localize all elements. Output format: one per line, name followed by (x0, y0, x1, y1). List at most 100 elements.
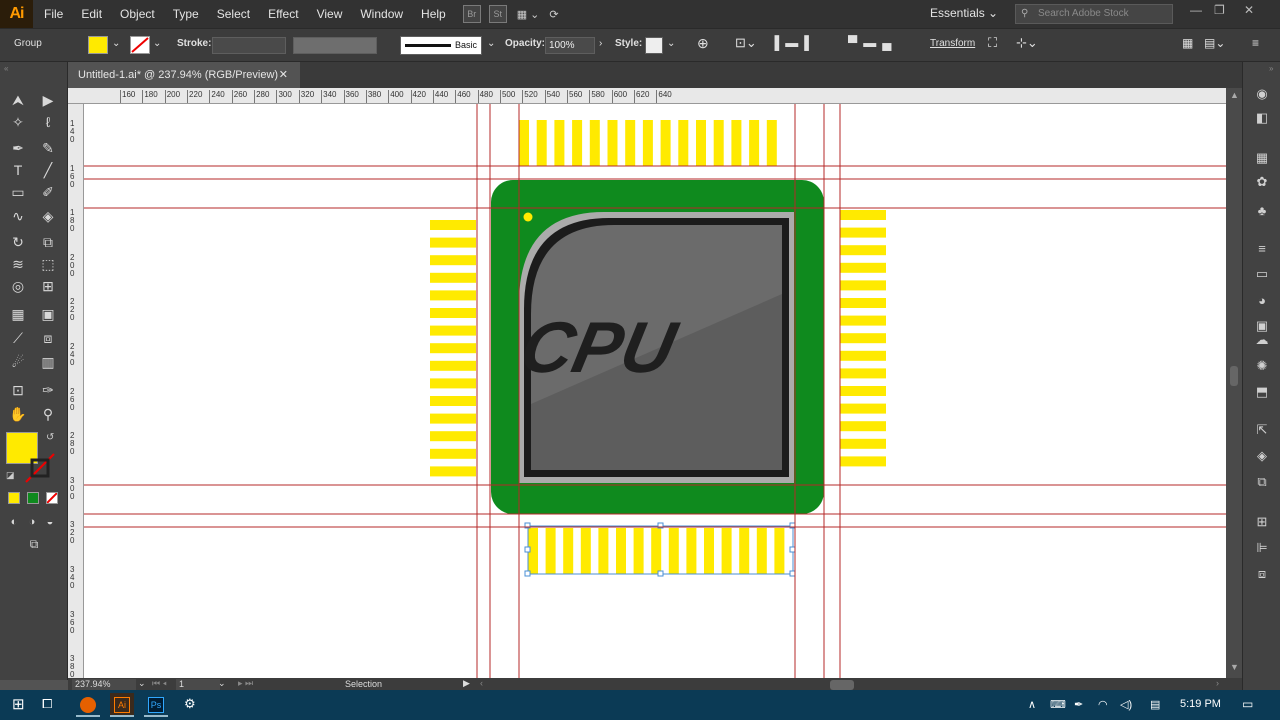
pin[interactable] (840, 245, 886, 256)
color-mode-icon[interactable] (8, 492, 20, 504)
pin[interactable] (430, 343, 476, 354)
pin[interactable] (545, 528, 556, 574)
pin[interactable] (589, 120, 600, 166)
vertical-scrollbar[interactable]: ▲ ▼ (1226, 88, 1242, 678)
scale-tool-icon[interactable]: ⧉ (38, 232, 58, 252)
graphic-style-swatch[interactable] (645, 37, 663, 54)
line-tool-icon[interactable]: ╱ (38, 160, 58, 180)
collapse-icon[interactable]: « (4, 64, 8, 73)
pin[interactable] (766, 120, 777, 166)
recolor-artwork-icon[interactable]: ⊕ (697, 35, 709, 52)
screen-mode-icon[interactable]: ⧉ (24, 534, 44, 554)
eyedropper-tool-icon[interactable]: ⟋ (8, 328, 28, 348)
pin[interactable] (572, 120, 583, 166)
arrange-documents-icon[interactable]: ▦ ⌄ (517, 8, 540, 21)
scroll-left-icon[interactable]: ‹ (480, 678, 483, 688)
pin[interactable] (430, 237, 476, 248)
pin[interactable] (536, 120, 547, 166)
pin[interactable] (774, 528, 785, 574)
draw-normal-icon[interactable]: ◐ (4, 512, 24, 532)
pin[interactable] (625, 120, 636, 166)
pin[interactable] (633, 528, 644, 574)
minimize-button[interactable]: — (1190, 3, 1202, 17)
horizontal-scroll-thumb[interactable] (830, 680, 854, 690)
scroll-right-icon[interactable]: › (1216, 678, 1219, 688)
stroke-weight-field[interactable] (212, 37, 286, 54)
paintbrush-tool-icon[interactable]: ✐ (38, 182, 58, 202)
menu-file[interactable]: File (35, 0, 72, 28)
pin[interactable] (678, 120, 689, 166)
pin[interactable] (756, 528, 767, 574)
pin[interactable] (840, 315, 886, 326)
menu-edit[interactable]: Edit (72, 0, 111, 28)
transparency-panel-icon[interactable]: ◕ (1254, 292, 1270, 308)
width-tool-icon[interactable]: ≋ (8, 254, 28, 274)
close-button[interactable]: ✕ (1244, 3, 1254, 17)
stock-search-input[interactable]: ⚲ Search Adobe Stock (1015, 4, 1173, 24)
pin[interactable] (713, 120, 724, 166)
pin[interactable] (430, 378, 476, 389)
isolate-icon[interactable]: ⛶ (988, 35, 997, 51)
pin[interactable] (554, 120, 565, 166)
menu-select[interactable]: Select (208, 0, 259, 28)
keyboard-icon[interactable]: ⌨ (1050, 698, 1066, 711)
show-hidden-icons[interactable]: ∧ (1028, 698, 1036, 711)
selection-tool-icon[interactable]: ⮝ (8, 90, 28, 110)
swatches-panel-icon[interactable]: ▦ (1254, 150, 1270, 166)
gpu-performance-icon[interactable]: ⟳ (549, 8, 558, 21)
swap-colors-icon[interactable]: ↺ (46, 432, 54, 443)
pin[interactable] (749, 120, 760, 166)
pin[interactable] (704, 528, 714, 574)
illustrator-taskbar-icon[interactable]: Ai (110, 693, 134, 717)
artboard-tool-icon[interactable]: ⊡ (8, 380, 28, 400)
pin[interactable] (607, 120, 618, 166)
variable-width-profile[interactable] (293, 37, 377, 54)
pin[interactable] (840, 280, 886, 291)
pin[interactable] (696, 120, 706, 166)
menu-type[interactable]: Type (164, 0, 208, 28)
perspective-grid-tool-icon[interactable]: ⊞ (38, 276, 58, 296)
pin[interactable] (840, 298, 886, 308)
align-to-icon[interactable]: ⊡⌄ (735, 35, 757, 51)
pin[interactable] (616, 528, 626, 574)
transform-panel-icon[interactable]: ⊞ (1254, 514, 1270, 530)
pin[interactable] (580, 528, 591, 574)
fill-dropdown-icon[interactable]: ⌄ (112, 38, 120, 49)
gradient-panel-icon[interactable]: ▭ (1254, 266, 1270, 282)
pin[interactable] (430, 220, 476, 230)
pin[interactable] (731, 120, 742, 166)
pin[interactable] (840, 368, 886, 379)
scroll-down-icon[interactable]: ▼ (1230, 662, 1239, 672)
color-panel-icon[interactable]: ◉ (1254, 86, 1270, 102)
pin[interactable] (651, 528, 662, 574)
close-tab-icon[interactable]: ✕ (279, 62, 288, 88)
align-horizontal-icons[interactable]: ▐▬▌ (770, 35, 819, 50)
pin[interactable] (430, 396, 476, 406)
none-mode-icon[interactable] (46, 492, 58, 504)
symbol-sprayer-tool-icon[interactable]: ☄ (8, 352, 28, 372)
opacity-arrow-icon[interactable]: › (599, 38, 602, 49)
pin[interactable] (686, 528, 697, 574)
pin[interactable] (430, 448, 476, 459)
hand-tool-icon[interactable]: ✋ (8, 404, 28, 424)
pin[interactable] (840, 227, 886, 238)
blend-tool-icon[interactable]: ⧈ (38, 328, 58, 348)
pin[interactable] (430, 360, 476, 371)
direct-selection-tool-icon[interactable]: ▶ (38, 90, 58, 110)
stroke-panel-icon[interactable]: ≡ (1254, 240, 1270, 256)
symbols-panel-icon[interactable]: ♣ (1254, 202, 1270, 218)
pin[interactable] (840, 438, 886, 449)
document-tab[interactable]: Untitled-1.ai* @ 237.94% (RGB/Preview) ✕ (68, 62, 300, 88)
task-view-icon[interactable]: ⧠ (42, 696, 52, 712)
cpu-label[interactable]: CPU (514, 308, 685, 388)
scroll-up-icon[interactable]: ▲ (1230, 90, 1239, 100)
action-center-icon[interactable]: ▭ (1242, 697, 1253, 711)
type-tool-icon[interactable]: T (8, 160, 28, 180)
start-button[interactable]: ⊞ (12, 695, 25, 713)
rectangle-tool-icon[interactable]: ▭ (8, 182, 28, 202)
default-colors-icon[interactable]: ◪ (6, 470, 15, 481)
mesh-tool-icon[interactable]: ▦ (8, 304, 28, 324)
pin[interactable] (430, 413, 476, 424)
zoom-tool-icon[interactable]: ⚲ (38, 404, 58, 424)
last-artboard-icon[interactable]: ▸ ⏭ (238, 678, 253, 689)
